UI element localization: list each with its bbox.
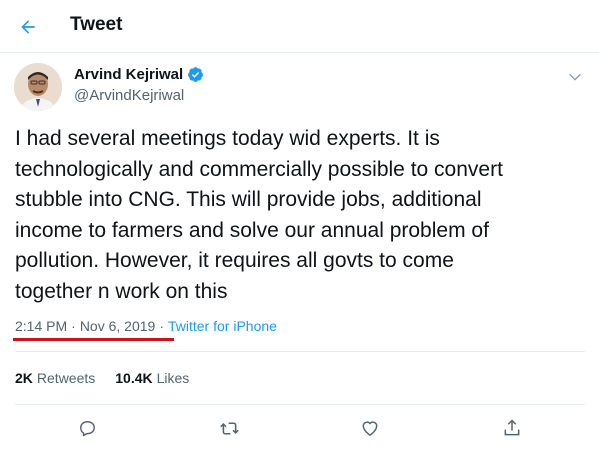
like-button[interactable] <box>354 412 386 444</box>
tweet-time[interactable]: 2:14 PM <box>15 318 67 334</box>
arrow-left-icon <box>21 20 35 34</box>
tweet-stats: 2K Retweets 10.4K Likes <box>15 370 189 386</box>
likes-count: 10.4K <box>115 370 153 386</box>
retweet-button[interactable] <box>213 412 245 444</box>
likes-stat[interactable]: 10.4K Likes <box>115 370 189 386</box>
share-icon <box>504 419 520 436</box>
tweet-date[interactable]: Nov 6, 2019 <box>80 318 156 334</box>
tweet-actions <box>0 408 599 448</box>
share-button[interactable] <box>496 412 528 444</box>
chevron-down-icon <box>569 73 581 81</box>
reply-button[interactable] <box>71 412 103 444</box>
tweet-source-link[interactable]: Twitter for iPhone <box>168 318 277 334</box>
retweets-label: Retweets <box>36 370 96 386</box>
like-icon <box>362 421 378 436</box>
author-handle[interactable]: @ArvindKejriwal <box>74 87 184 104</box>
author-name[interactable]: Arvind Kejriwal <box>74 66 183 83</box>
tweet-text: I had several meetings today wid experts… <box>15 127 503 303</box>
retweets-stat[interactable]: 2K Retweets <box>15 370 95 386</box>
meta-separator: · <box>159 318 164 334</box>
annotation-underline <box>13 338 174 341</box>
retweets-count: 2K <box>15 370 33 386</box>
divider <box>15 404 585 405</box>
retweet-icon <box>219 421 239 435</box>
page-title: Tweet <box>70 14 123 35</box>
more-options-button[interactable] <box>565 67 585 87</box>
tweet-author: Arvind Kejriwal @ArvindKejriwal <box>14 63 589 113</box>
verified-badge-icon <box>188 67 204 82</box>
meta-separator: · <box>71 318 76 334</box>
avatar[interactable] <box>14 63 62 111</box>
page-header: Tweet <box>0 0 599 53</box>
likes-label: Likes <box>156 370 190 386</box>
tweet-timestamp: 2:14 PM · Nov 6, 2019 · Twitter for iPho… <box>15 318 277 334</box>
back-button[interactable] <box>13 12 43 42</box>
author-name-row: Arvind Kejriwal <box>74 66 204 83</box>
reply-icon <box>79 420 95 436</box>
divider <box>15 351 585 352</box>
